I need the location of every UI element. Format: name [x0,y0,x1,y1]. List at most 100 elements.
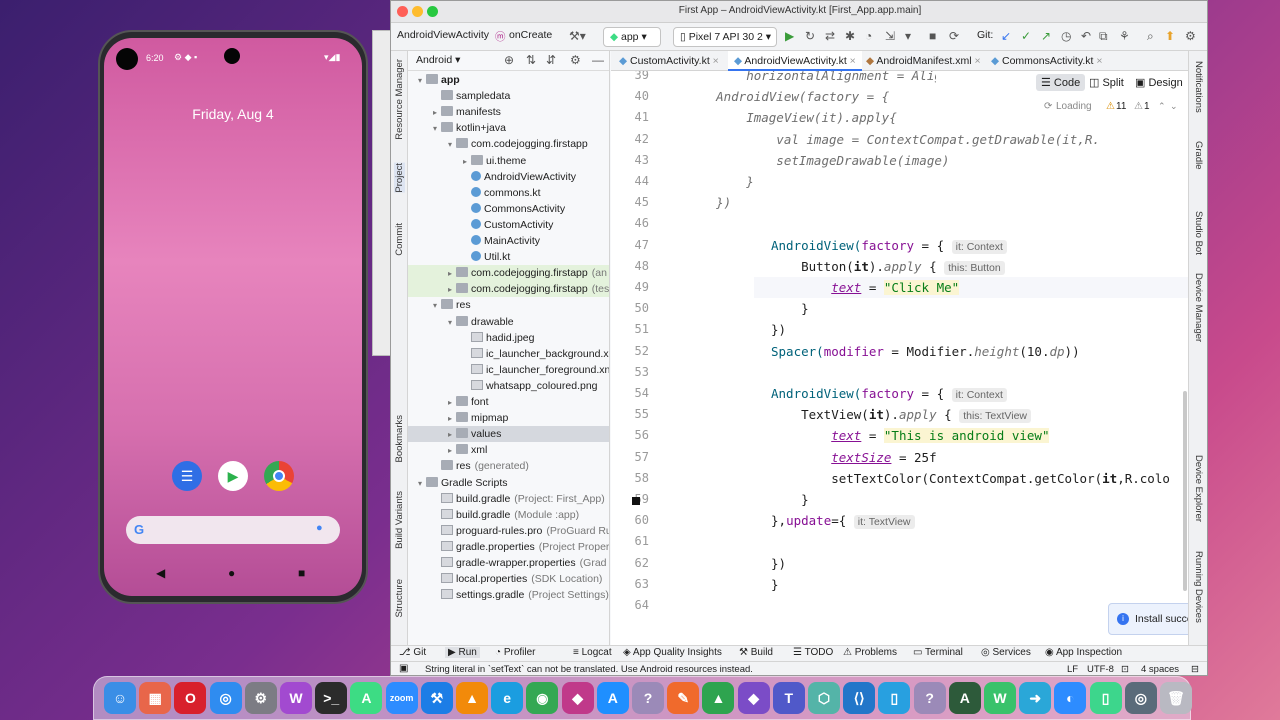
tree-caret-icon[interactable]: ▾ [429,298,441,314]
chrome-icon[interactable]: ◉ [526,682,559,714]
breakpoint-marker[interactable] [632,497,640,505]
weak-warning-icon[interactable]: ⚠ [1134,101,1143,112]
tool-window-services[interactable]: ◎ Services [981,647,1031,658]
code-line[interactable]: text = "This is android view" [771,425,1188,446]
tree-item[interactable]: ▸ xml [408,442,609,459]
editor-scrollbar[interactable] [1183,391,1187,591]
tree-caret-icon[interactable]: ▸ [444,282,456,298]
android-studio-icon[interactable]: A [350,682,383,714]
trash-icon[interactable]: 🗑 [1160,682,1192,714]
code-line[interactable] [686,213,1186,234]
tree-item[interactable]: whatsapp_coloured.png [408,378,609,394]
tree-caret-icon[interactable]: ▸ [459,154,471,170]
tree-item[interactable]: ic_launcher_foreground.xn [408,362,609,378]
preview-icon[interactable]: ◎ [1124,682,1157,714]
tree-caret-icon[interactable]: ▸ [429,105,441,121]
code-line[interactable]: }) [686,192,1186,213]
tree-item[interactable]: ▸ mipmap [408,410,609,426]
vlc-icon[interactable]: ▲ [456,682,488,714]
stop-icon[interactable]: ■ [929,29,936,43]
git-commit-icon[interactable]: ✓ [1021,29,1031,43]
tree-caret-icon[interactable]: ▸ [444,395,456,411]
xcode-icon[interactable]: ⚒ [420,682,453,714]
more-run-icon[interactable]: ▾ [905,29,911,43]
messages-app-icon[interactable]: ☰ [172,461,202,491]
tool-window-run[interactable]: ▶ Run [445,647,480,658]
tree-item[interactable]: ▸ manifests [408,104,609,121]
collapse-all-icon[interactable]: ⇵ [546,53,556,67]
code-line[interactable]: setTextColor(ContextCompat.getColor(it,R… [771,468,1188,489]
tool-window-profiler[interactable]: ◔ Profiler [495,647,536,658]
visual-studio-icon[interactable]: ◆ [737,682,770,714]
tree-item[interactable]: ▸ font [408,394,609,411]
tree-item[interactable]: hadid.jpeg [408,330,609,346]
code-line[interactable]: Spacer(modifier = Modifier.height(10.dp)… [771,341,1188,362]
tree-item[interactable]: ▾ kotlin+java [408,120,609,136]
nav-up-icon[interactable]: ⌃ [1158,101,1166,112]
code-area[interactable]: horizontalAlignment = Alignment.CenterHo… [611,71,1188,645]
git-history-icon[interactable]: ◷ [1061,29,1071,43]
tree-item[interactable]: CustomActivity [408,217,609,233]
system-settings-icon[interactable]: ⚙ [244,682,277,714]
phone-mirror-icon[interactable]: ▯ [1089,682,1122,714]
tree-item[interactable]: sampledata [408,88,609,104]
editor-tab[interactable]: ◆ CustomActivity.kt × [613,51,725,71]
build-variants-tab[interactable]: Build Variants [394,491,405,549]
tree-item[interactable]: gradle.properties (Project Proper [408,539,609,555]
help-icon[interactable]: ? [632,682,664,714]
tool-window-build[interactable]: ⚒ Build [739,647,773,658]
install-notification[interactable]: i Install successfully finished in 433 m… [1108,603,1188,635]
rerun-icon[interactable]: ↻ [805,29,815,43]
warning-icon[interactable]: ⚠ [1106,101,1115,112]
tool-window-git[interactable]: ⎇ Git [399,647,426,658]
tree-item[interactable]: MainActivity [408,233,609,249]
code-line[interactable]: AndroidView(factory = { it: Context [771,235,1188,256]
device-mirror-icon[interactable]: ⧉ [1099,29,1108,44]
tool-window-logcat[interactable]: ≡ Logcat [573,647,612,658]
project-view-select[interactable]: Android ▾ [416,54,460,66]
arrow-app-icon[interactable]: ➜ [1019,682,1052,714]
tree-item[interactable]: AndroidViewActivity [408,169,609,185]
debug-icon[interactable]: ✱ [845,29,855,43]
memory-icon[interactable]: ⊟ [1191,664,1199,675]
device-manager-tab[interactable]: Device Manager [1193,273,1204,342]
studio-bot-tab[interactable]: Studio Bot [1193,211,1204,255]
tree-caret-icon[interactable]: ▸ [444,427,456,443]
project-settings-icon[interactable]: ⚙ [570,53,581,67]
indent-setting[interactable]: 4 spaces [1141,664,1179,675]
resource-manager-tab[interactable]: Resource Manager [394,59,405,140]
code-line[interactable]: text = "Click Me" [754,277,1188,298]
tree-item[interactable]: ic_launcher_background.x [408,346,609,362]
tool-window-app-quality-insights[interactable]: ◈ App Quality Insights [623,647,722,658]
git-rollback-icon[interactable]: ↶ [1081,29,1091,43]
run-icon[interactable]: ▶ [785,29,794,43]
settings-icon[interactable]: ⚙ [1185,29,1196,43]
safari-icon[interactable]: ◎ [209,682,242,714]
layout-inspector-icon[interactable]: ⚘ [1119,29,1130,43]
google-search-bar[interactable]: G ● [126,516,340,544]
code-line[interactable]: }) [771,553,1188,574]
tree-caret-icon[interactable]: ▸ [444,443,456,459]
tree-caret-icon[interactable]: ▾ [444,315,456,331]
code-editor[interactable]: 39 40 41 42 43 44 45 46 47 48 49 50 51 52 53 54 55 56 57 58… [611,71,1188,645]
nav-down-icon[interactable]: ⌄ [1170,101,1178,112]
pen-app-icon[interactable]: ✎ [667,682,700,714]
commit-tab[interactable]: Commit [394,223,405,256]
device-select[interactable]: ▯ Pixel 7 API 30 2 ▾ [673,27,777,47]
close-tab-icon[interactable]: × [972,55,980,67]
apply-changes-icon[interactable]: ⇄ [825,29,835,43]
tree-item[interactable]: Util.kt [408,249,609,265]
search-icon[interactable]: ⌕ [1147,29,1154,44]
line-separator[interactable]: LF [1067,664,1078,675]
code-line[interactable]: },update={ it: TextView [771,510,1188,531]
tree-item[interactable]: proguard-rules.pro (ProGuard Ru [408,523,609,539]
code-mode-button[interactable]: ☰ Code [1036,74,1086,91]
tool-window-terminal[interactable]: ▭ Terminal [913,647,963,658]
lock-icon[interactable]: ⊡ [1121,664,1129,675]
code-line[interactable]: TextView(it).apply { this: TextView [771,404,1188,425]
launchpad-icon[interactable]: ▦ [139,682,172,714]
tree-item[interactable]: res (generated) [408,458,609,474]
nav-back-button[interactable]: ◀ [156,566,165,580]
tree-item[interactable]: ▸ ui.theme [408,153,609,170]
hammer-icon[interactable]: ⚒▾ [569,29,586,43]
